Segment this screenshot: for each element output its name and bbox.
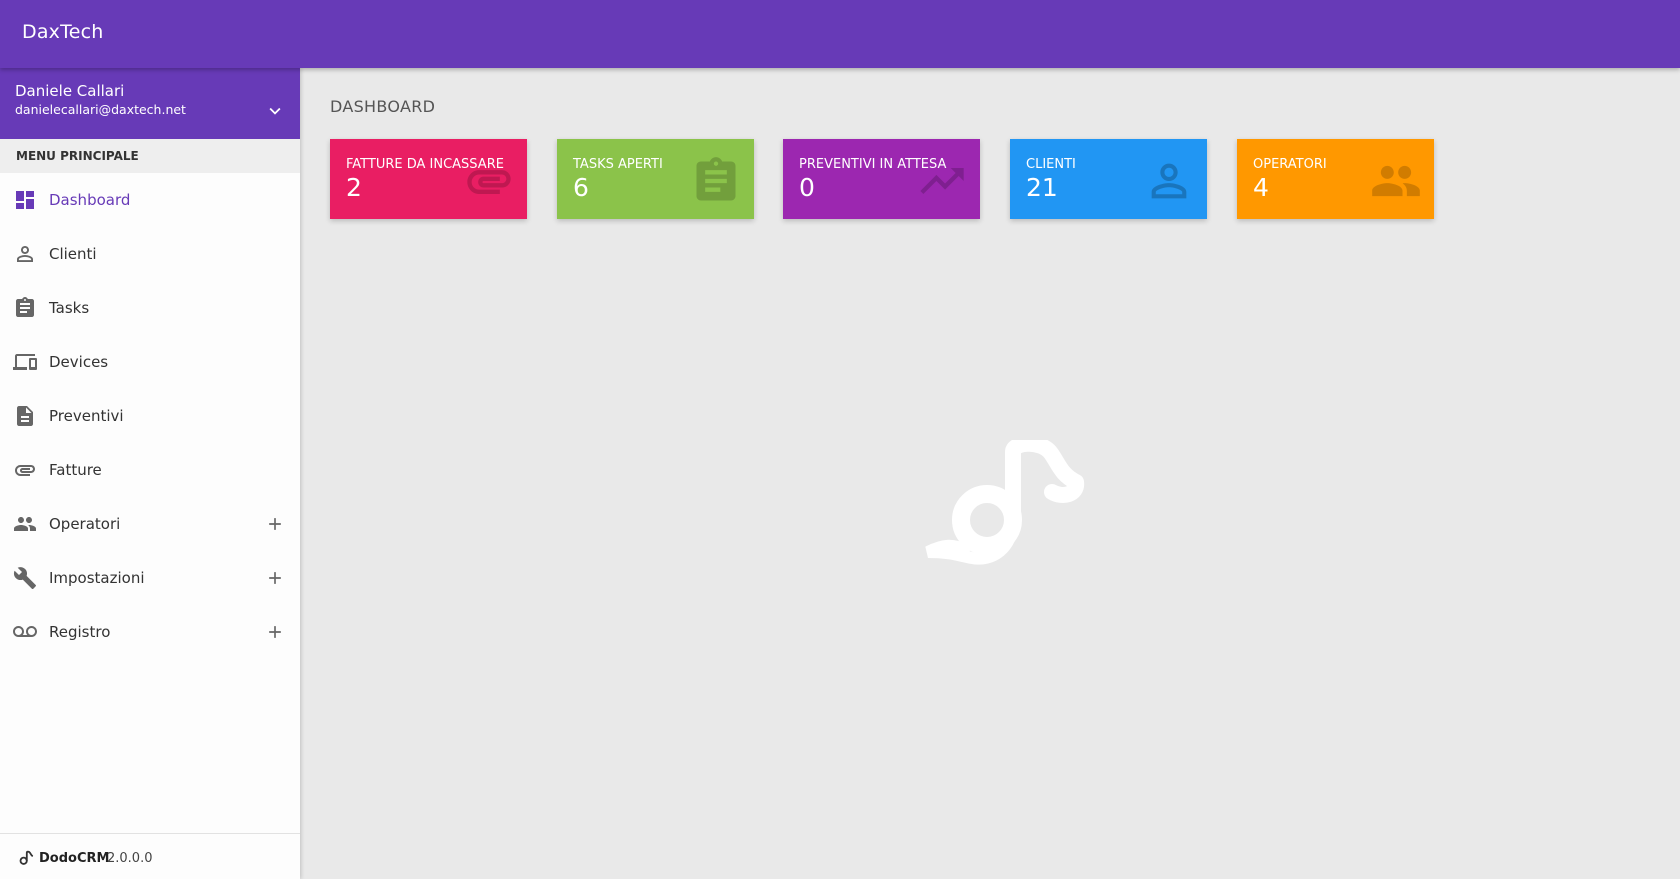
devices-icon [13, 354, 37, 370]
person-icon [17, 246, 33, 262]
wrench-icon [13, 567, 36, 589]
expand-plus-icon[interactable] [265, 514, 285, 534]
app-version: 2.0.0.0 [107, 851, 153, 866]
card-value: 0 [799, 173, 815, 202]
sidebar-item-clienti[interactable]: Clienti [0, 227, 300, 281]
user-info-box: Daniele Callari danielecallari@daxtech.n… [0, 68, 300, 139]
page-title: DASHBOARD [330, 97, 436, 116]
expand-plus-icon[interactable] [265, 622, 285, 642]
voicemail-icon [13, 626, 37, 637]
sidebar-item-impostazioni[interactable]: Impostazioni [0, 551, 300, 605]
card-clienti[interactable]: CLIENTI 21 [1010, 139, 1207, 219]
attachment-icon [467, 170, 511, 194]
chevron-down-icon [269, 107, 281, 115]
sidebar-item-dashboard[interactable]: Dashboard [0, 173, 300, 227]
app-name: DodoCRM [39, 851, 110, 866]
top-app-bar: DaxTech [0, 0, 1680, 68]
assignment-icon [16, 297, 34, 317]
card-label: TASKS APERTI [573, 157, 663, 172]
sidebar-item-preventivi[interactable]: Preventivi [0, 389, 300, 443]
people-icon [14, 517, 36, 531]
sidebar-footer: DodoCRM 2.0.0.0 [0, 833, 300, 879]
sidebar-item-label: Tasks [49, 299, 90, 317]
sidebar-item-label: Impostazioni [49, 569, 145, 587]
dodo-logo-watermark [925, 440, 1085, 565]
dodo-logo-icon [19, 850, 34, 865]
sidebar-item-label: Dashboard [49, 191, 131, 209]
sidebar-item-fatture[interactable]: Fatture [0, 443, 300, 497]
card-tasks-aperti[interactable]: TASKS APERTI 6 [557, 139, 754, 219]
menu-section-title: MENU PRINCIPALE [16, 149, 139, 163]
sidebar-item-label: Devices [49, 353, 109, 371]
attachment-icon [15, 465, 35, 476]
sidebar-item-operatori[interactable]: Operatori [0, 497, 300, 551]
app-brand[interactable]: DaxTech [22, 21, 103, 43]
sidebar: Daniele Callari danielecallari@daxtech.n… [0, 68, 300, 879]
assignment-icon [696, 157, 736, 201]
card-fatture-da-incassare[interactable]: FATTURE DA INCASSARE 2 [330, 139, 527, 219]
expand-plus-icon[interactable] [265, 568, 285, 588]
sidebar-item-devices[interactable]: Devices [0, 335, 300, 389]
user-email: danielecallari@daxtech.net [15, 102, 186, 117]
card-label: CLIENTI [1026, 157, 1076, 172]
dashboard-icon [16, 191, 34, 209]
card-operatori[interactable]: OPERATORI 4 [1237, 139, 1434, 219]
trending-up-icon [920, 168, 964, 194]
card-value: 2 [346, 173, 362, 202]
user-menu-toggle[interactable] [264, 100, 286, 122]
card-value: 6 [573, 173, 589, 202]
card-value: 4 [1253, 173, 1269, 202]
sidebar-item-registro[interactable]: Registro [0, 605, 300, 659]
card-label: OPERATORI [1253, 157, 1327, 172]
card-preventivi-in-attesa[interactable]: PREVENTIVI IN ATTESA 0 [783, 139, 980, 219]
sidebar-item-label: Clienti [49, 245, 97, 263]
user-name: Daniele Callari [15, 82, 125, 100]
sidebar-item-tasks[interactable]: Tasks [0, 281, 300, 335]
person-icon [1151, 163, 1187, 199]
sidebar-item-label: Registro [49, 623, 111, 641]
menu-section-header: MENU PRINCIPALE [0, 139, 300, 173]
people-icon [1372, 165, 1420, 197]
sidebar-item-label: Preventivi [49, 407, 124, 425]
sidebar-item-label: Operatori [49, 515, 121, 533]
card-value: 21 [1026, 173, 1058, 202]
sidebar-item-label: Fatture [49, 461, 102, 479]
description-icon [17, 406, 33, 426]
